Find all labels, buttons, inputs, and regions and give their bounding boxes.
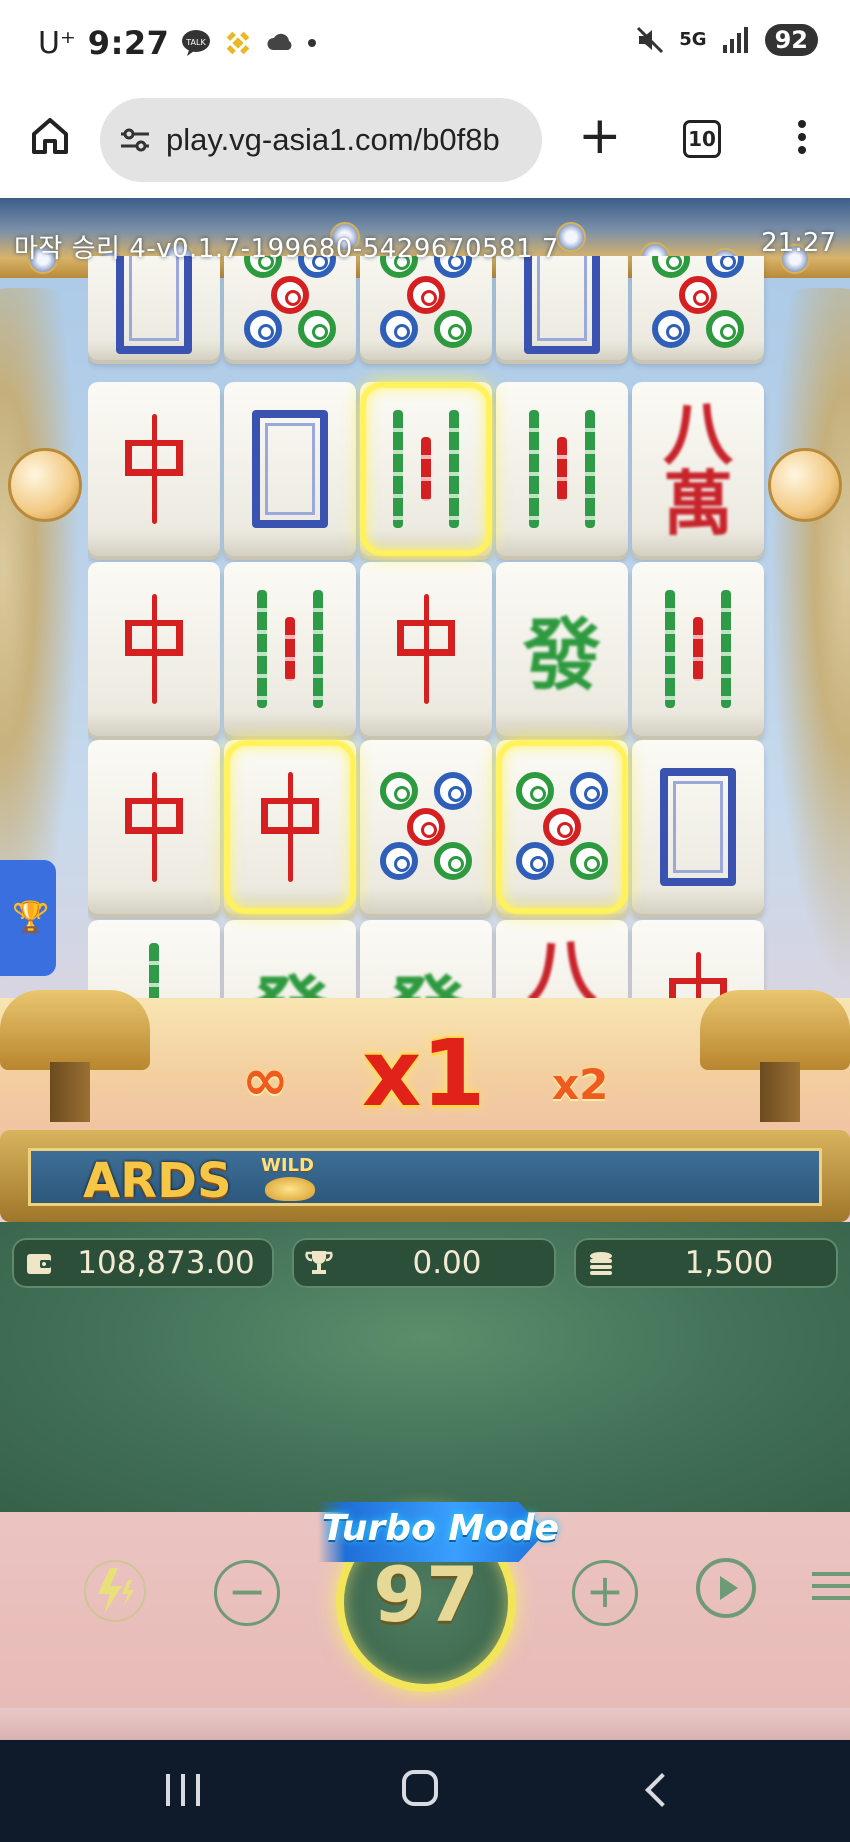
reel-tile bbox=[360, 562, 492, 736]
game-menu-icon[interactable] bbox=[812, 1572, 850, 1612]
ticker-text: ARDS bbox=[83, 1153, 232, 1206]
red-dragon-symbol bbox=[119, 414, 189, 524]
trophy-icon bbox=[305, 1251, 333, 1274]
url-text: play.vg-asia1.com/b0f8b bbox=[166, 122, 500, 157]
multiplier-current: x1 bbox=[362, 1020, 486, 1127]
spin-count: 97 bbox=[373, 1550, 479, 1639]
multiplier-infinite: ∞ bbox=[242, 1048, 289, 1113]
home-icon[interactable] bbox=[28, 114, 72, 158]
status-left: U⁺ 9:27 TALK bbox=[38, 24, 317, 62]
autoplay-button[interactable] bbox=[696, 1558, 756, 1618]
reel-tile bbox=[496, 256, 628, 360]
more-menu-icon[interactable] bbox=[792, 120, 812, 160]
wild-badge: WILD bbox=[261, 1155, 314, 1176]
dot-icon bbox=[308, 39, 317, 47]
reel-tile bbox=[88, 256, 220, 360]
reel-tile bbox=[632, 562, 764, 736]
eave-left-decoration bbox=[0, 972, 150, 1122]
red-dragon-symbol bbox=[119, 772, 189, 882]
winning-tile-highlight bbox=[360, 382, 492, 556]
turbo-lightning-button[interactable] bbox=[80, 1556, 150, 1626]
wallet-icon bbox=[27, 1254, 51, 1274]
back-icon[interactable] bbox=[645, 1773, 679, 1807]
decrease-bet-button[interactable]: − bbox=[214, 1560, 280, 1626]
leaderboard-tab[interactable]: 🏆 bbox=[0, 860, 56, 976]
dots-symbol bbox=[240, 256, 340, 350]
reel-tile bbox=[88, 562, 220, 736]
red-dragon-symbol bbox=[391, 594, 461, 704]
game-clock: 21:27 bbox=[761, 228, 836, 258]
bamboo-symbol bbox=[257, 590, 323, 708]
reel-tile bbox=[632, 256, 764, 360]
dots-symbol bbox=[376, 256, 476, 350]
mute-icon bbox=[637, 26, 664, 54]
lightning-icon bbox=[84, 1560, 146, 1622]
battery-badge: 92 bbox=[764, 24, 818, 56]
reel-tile: 八萬 bbox=[632, 382, 764, 556]
trophy-icon: 🏆 bbox=[12, 900, 50, 935]
network-label: 5G bbox=[679, 29, 707, 50]
balance-display: 108,873.00 bbox=[12, 1238, 274, 1288]
site-settings-icon[interactable] bbox=[118, 123, 152, 157]
bamboo-symbol bbox=[665, 590, 731, 708]
multiplier-next: x2 bbox=[552, 1060, 609, 1109]
reel-tile bbox=[224, 562, 356, 736]
bet-display: 1,500 bbox=[574, 1238, 838, 1288]
system-nav-bar bbox=[0, 1740, 850, 1842]
winning-tile-highlight bbox=[224, 740, 356, 914]
win-display: 0.00 bbox=[292, 1238, 556, 1288]
reel-tile: 發 bbox=[496, 562, 628, 736]
binance-icon bbox=[227, 31, 250, 55]
winning-tile-highlight bbox=[496, 740, 628, 914]
red-dragon-symbol bbox=[119, 594, 189, 704]
status-bar: U⁺ 9:27 TALK 5G 92 bbox=[0, 0, 850, 86]
reel-tile bbox=[496, 382, 628, 556]
recent-apps-icon[interactable] bbox=[166, 1774, 200, 1808]
status-right: 5G 92 bbox=[635, 24, 818, 56]
svg-text:TALK: TALK bbox=[186, 38, 207, 47]
dragon-right-decoration bbox=[770, 288, 850, 988]
talk-icon: TALK bbox=[182, 30, 211, 56]
increase-bet-button[interactable]: + bbox=[572, 1560, 638, 1626]
tab-switcher-button[interactable]: 10 bbox=[683, 120, 721, 158]
signal-icon bbox=[722, 27, 748, 53]
bet-value: 1,500 bbox=[684, 1245, 774, 1281]
ticker-banner: ARDS WILD bbox=[28, 1148, 822, 1206]
reel-tile bbox=[632, 740, 764, 914]
reel-tile bbox=[360, 256, 492, 360]
white-dragon-symbol bbox=[524, 256, 600, 354]
white-dragon-symbol bbox=[660, 768, 736, 886]
reel-tile bbox=[224, 382, 356, 556]
reel-tile bbox=[88, 382, 220, 556]
white-dragon-symbol bbox=[116, 256, 192, 354]
game-version-id: 마작 승리 4-v0.1.7-199680-5429670581 7 bbox=[14, 234, 559, 264]
gold-ingot-icon bbox=[265, 1177, 315, 1201]
home-nav-icon[interactable] bbox=[402, 1770, 438, 1806]
address-bar[interactable]: play.vg-asia1.com/b0f8b bbox=[100, 98, 542, 182]
bamboo-symbol bbox=[529, 410, 595, 528]
reel-tile bbox=[360, 740, 492, 914]
cloud-icon bbox=[267, 33, 292, 50]
pearl-left-decoration bbox=[8, 448, 82, 522]
eave-right-decoration bbox=[700, 972, 850, 1122]
carrier-label: U⁺ bbox=[38, 25, 76, 61]
game-bottom-border bbox=[0, 1708, 850, 1740]
reel-tile bbox=[88, 740, 220, 914]
white-dragon-symbol bbox=[252, 410, 328, 528]
reel-tile bbox=[224, 256, 356, 360]
green-dragon-symbol: 發 bbox=[522, 610, 601, 701]
browser-toolbar: play.vg-asia1.com/b0f8b + 10 bbox=[0, 86, 850, 198]
dots-symbol bbox=[376, 772, 476, 882]
dots-symbol bbox=[648, 256, 748, 350]
clock: 9:27 bbox=[87, 24, 170, 62]
win-value: 0.00 bbox=[412, 1245, 482, 1281]
pearl-right-decoration bbox=[768, 448, 842, 522]
turbo-mode-label: Turbo Mode bbox=[322, 1508, 560, 1549]
coin-stack-icon bbox=[590, 1252, 612, 1275]
character-symbol: 八萬 bbox=[663, 392, 733, 545]
new-tab-button[interactable]: + bbox=[578, 110, 622, 162]
balance-value: 108,873.00 bbox=[77, 1245, 255, 1281]
